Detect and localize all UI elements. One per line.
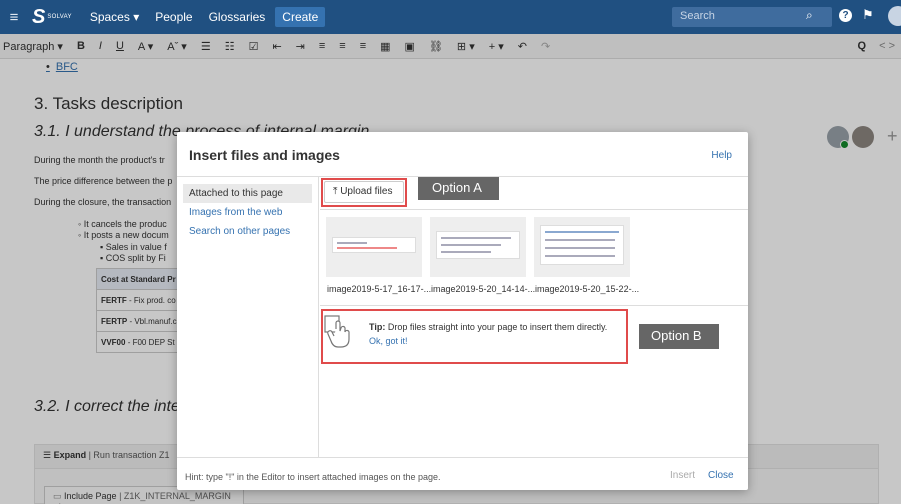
image-thumbnail[interactable]: [326, 217, 422, 277]
search-icon[interactable]: ⌕: [806, 8, 813, 23]
sidebar-item-search[interactable]: Search on other pages: [183, 222, 312, 241]
preview-line: [441, 244, 501, 246]
image-thumbnail[interactable]: [430, 217, 526, 277]
logo-mark: S: [32, 6, 46, 28]
dialog-hint: Hint: type "!" in the Editor to insert a…: [185, 472, 441, 482]
preview-line: [545, 247, 615, 249]
divider: [177, 457, 748, 458]
logo-text: SOLVAY: [47, 14, 72, 20]
sidebar-item-web[interactable]: Images from the web: [183, 203, 312, 222]
nav-glossaries[interactable]: Glossaries: [209, 10, 266, 24]
nav-people[interactable]: People: [155, 10, 192, 24]
help-link[interactable]: Help: [711, 150, 732, 161]
tip-label: Tip:: [369, 322, 386, 332]
option-b-label: Option B: [639, 324, 719, 349]
insert-files-dialog: Insert files and images Help Attached to…: [177, 132, 748, 490]
divider: [320, 305, 748, 306]
preview-line: [441, 237, 511, 239]
option-a-label: Option A: [418, 177, 499, 200]
preview-line: [545, 255, 615, 257]
drag-drop-hand-icon: [324, 315, 350, 348]
nav-spaces[interactable]: Spaces ▾: [90, 10, 139, 24]
thumbnail-caption: image2019-5-17_16-17-...: [327, 284, 432, 294]
sidebar-item-attached[interactable]: Attached to this page: [183, 184, 312, 203]
dismiss-tip-link[interactable]: Ok, got it!: [369, 336, 408, 346]
notification-icon[interactable]: ⚑: [862, 7, 874, 23]
user-avatar[interactable]: [888, 6, 901, 26]
thumbnail-caption: image2019-5-20_15-22-...: [535, 284, 640, 294]
menu-icon[interactable]: ≡: [0, 9, 28, 26]
divider: [320, 209, 748, 210]
preview-line: [545, 231, 619, 233]
preview-line: [337, 242, 367, 244]
top-navigation-bar: ≡ S SOLVAY Spaces ▾ People Glossaries Cr…: [0, 0, 901, 34]
preview-line: [441, 251, 491, 253]
dialog-title: Insert files and images: [189, 147, 340, 163]
solvay-logo[interactable]: S SOLVAY: [32, 7, 72, 27]
tip-message: Tip: Drop files straight into your page …: [369, 322, 634, 332]
thumbnail-preview: [436, 231, 520, 259]
preview-line: [545, 239, 615, 241]
create-button[interactable]: Create: [275, 7, 326, 27]
close-button[interactable]: Close: [708, 470, 734, 481]
preview-line: [337, 247, 397, 249]
thumbnail-preview: [540, 225, 624, 265]
highlight-box-a: [321, 178, 407, 207]
image-thumbnail[interactable]: [534, 217, 630, 277]
insert-button[interactable]: Insert: [670, 470, 695, 481]
thumbnail-caption: image2019-5-20_14-14-...: [431, 284, 536, 294]
highlight-box-b: [321, 309, 628, 364]
thumbnail-preview: [332, 237, 416, 253]
dialog-sidebar: Attached to this page Images from the we…: [177, 177, 319, 457]
help-icon[interactable]: ?: [839, 9, 852, 22]
tip-body: Drop files straight into your page to in…: [385, 322, 608, 332]
